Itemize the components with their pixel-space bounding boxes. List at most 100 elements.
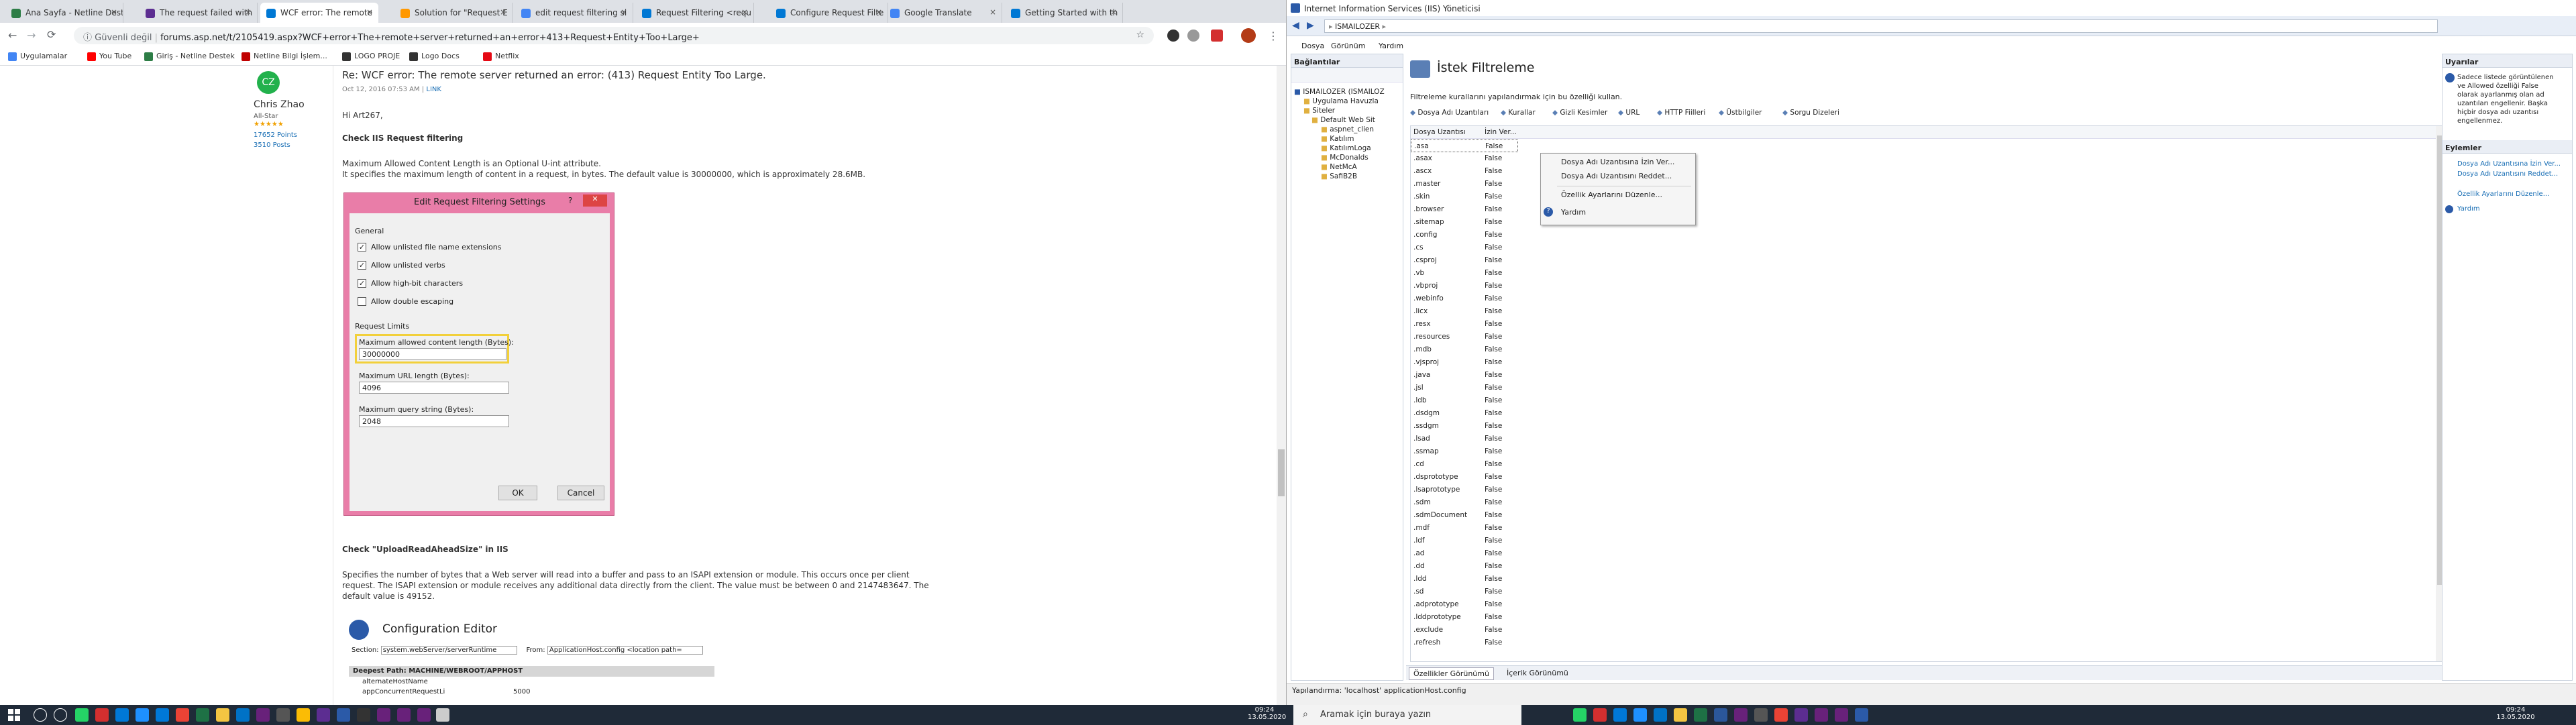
whatsapp-icon[interactable]	[1573, 708, 1587, 722]
table-row[interactable]: .adprototype False	[1411, 598, 2437, 611]
close-icon[interactable]: ×	[741, 7, 748, 17]
excel-icon[interactable]	[1694, 708, 1707, 722]
vs-icon[interactable]	[1835, 708, 1848, 722]
author-name[interactable]: Chris Zhao	[254, 99, 305, 110]
col-allowed[interactable]: İzin Ver...	[1485, 128, 1517, 136]
task-view-icon[interactable]	[54, 708, 67, 722]
sql-icon[interactable]	[1754, 708, 1768, 722]
tab-3[interactable]: WCF error: The remote ×	[260, 3, 378, 23]
windows-start-icon[interactable]	[8, 709, 20, 721]
tree-node[interactable]: ■ SafiB2B	[1321, 172, 1357, 180]
tab-7[interactable]: Configure Request Filte ×	[770, 3, 888, 23]
tree-node[interactable]: ■ KatılımLoga	[1321, 144, 1371, 152]
vs-icon[interactable]	[1815, 708, 1828, 722]
iis-address-field[interactable]: ▸ ISMAILOZER ▸	[1324, 19, 2438, 33]
subtab-6[interactable]: ◆ Üstbilgiler	[1719, 109, 1762, 117]
tab-5[interactable]: edit request filtering si ×	[515, 3, 633, 23]
chrome-icon[interactable]	[297, 708, 310, 722]
table-row[interactable]: .ldb False	[1411, 394, 2437, 407]
tab-6[interactable]: Request Filtering <requ ×	[636, 3, 754, 23]
bookmark-item[interactable]: Netflix	[483, 52, 519, 61]
table-row[interactable]: .java False	[1411, 369, 2437, 382]
bookmark-item[interactable]: Logo Docs	[409, 52, 460, 61]
tab-1[interactable]: Ana Sayfa - Netline Dest ×	[5, 3, 123, 23]
table-row[interactable]: .ldd False	[1411, 573, 2437, 585]
avatar[interactable]	[1241, 28, 1256, 43]
visual-studio-icon[interactable]	[256, 708, 270, 722]
extension-icon-2[interactable]	[1187, 30, 1199, 42]
extension-icon[interactable]	[1167, 30, 1179, 42]
table-row[interactable]: .ssdgm False	[1411, 420, 2437, 433]
menu-icon[interactable]: ⋮	[1268, 30, 1279, 42]
table-row[interactable]: .licx False	[1411, 305, 2437, 318]
tab-4[interactable]: Solution for "Request E ×	[394, 3, 513, 23]
table-row[interactable]: .config False	[1411, 229, 2437, 241]
table-row[interactable]: .sdm False	[1411, 496, 2437, 509]
tree-node[interactable]: ■ Default Web Sit	[1311, 116, 1375, 124]
close-icon[interactable]: ×	[366, 7, 373, 17]
close-icon[interactable]: ×	[1110, 7, 1117, 17]
subtab-1[interactable]: ◆ Dosya Adı Uzantıları	[1410, 109, 1489, 117]
bookmark-item[interactable]: Netline Bilgi İşlem...	[241, 52, 327, 61]
bookmark-item[interactable]: You Tube	[87, 52, 131, 61]
clock-right[interactable]: 09:24 13.05.2020	[2496, 706, 2536, 721]
table-row[interactable]: .sdmDocument False	[1411, 509, 2437, 522]
whatsapp-icon[interactable]	[75, 708, 89, 722]
vs-icon[interactable]	[397, 708, 411, 722]
menu-view[interactable]: Görünüm	[1331, 42, 1365, 50]
tree-node[interactable]: ■ Katılım	[1321, 135, 1354, 143]
chrome-icon[interactable]	[1774, 708, 1788, 722]
action-allow[interactable]: Dosya Adı Uzantısına İzin Ver...	[2457, 160, 2561, 168]
table-row[interactable]: .cs False	[1411, 241, 2437, 254]
table-row[interactable]: .dsdgm False	[1411, 407, 2437, 420]
bookmark-item[interactable]: Uygulamalar	[8, 52, 67, 61]
record-icon[interactable]	[95, 708, 109, 722]
star-icon[interactable]: ☆	[1136, 30, 1144, 40]
back-icon[interactable]: ←	[8, 29, 17, 42]
tree-node[interactable]: ■ McDonalds	[1321, 154, 1368, 162]
table-row[interactable]: .vjsproj False	[1411, 356, 2437, 369]
table-row[interactable]: .lsad False	[1411, 433, 2437, 445]
close-icon[interactable]: ×	[989, 7, 996, 17]
table-row[interactable]: .mdb False	[1411, 343, 2437, 356]
folder-icon[interactable]	[216, 708, 229, 722]
back-icon[interactable]: ◀	[1292, 20, 1299, 31]
search-icon[interactable]	[34, 708, 47, 722]
close-icon[interactable]: ×	[111, 7, 117, 17]
folder-icon[interactable]	[1674, 708, 1687, 722]
tab-9[interactable]: Getting Started with th ×	[1005, 3, 1123, 23]
action-deny[interactable]: Dosya Adı Uzantısını Reddet...	[2457, 170, 2558, 178]
table-row[interactable]: .ssmap False	[1411, 445, 2437, 458]
menu-help[interactable]: Yardım	[1379, 42, 1403, 50]
terminal-icon[interactable]	[357, 708, 370, 722]
reload-icon[interactable]: ⟳	[47, 28, 56, 41]
address-bar[interactable]: ⓘ Güvenli değil | forums.asp.net/t/21054…	[74, 27, 1154, 44]
table-row[interactable]: .refresh False	[1411, 636, 2437, 649]
edge-icon[interactable]	[156, 708, 169, 722]
col-extension[interactable]: Dosya Uzantısı	[1413, 128, 1466, 136]
table-row[interactable]: .csproj False	[1411, 254, 2437, 267]
table-row[interactable]: .resx False	[1411, 318, 2437, 331]
action-edit-settings[interactable]: Özellik Ayarlarını Düzenle...	[2457, 190, 2549, 198]
excel-icon[interactable]	[196, 708, 209, 722]
subtab-7[interactable]: ◆ Sorgu Dizeleri	[1782, 109, 1839, 117]
vs-icon[interactable]	[417, 708, 431, 722]
tree-node[interactable]: ■ NetMcA	[1321, 163, 1357, 171]
author-posts[interactable]: 3510 Posts	[254, 142, 290, 149]
chrome-icon[interactable]	[176, 708, 189, 722]
vs-icon[interactable]	[377, 708, 390, 722]
tab-8[interactable]: Google Translate ×	[884, 3, 1002, 23]
tab-features-view[interactable]: Özellikler Görünümü	[1409, 667, 1494, 680]
page-scrollbar[interactable]	[1277, 66, 1286, 705]
tree-node[interactable]: ■ Uygulama Havuzla	[1303, 97, 1379, 105]
tab-content-view[interactable]: İçerik Görünümü	[1507, 669, 1568, 677]
taskbar-search[interactable]: ⌕ Aramak için buraya yazın	[1293, 705, 1521, 725]
iis-icon[interactable]	[337, 708, 350, 722]
word-icon[interactable]	[1714, 708, 1727, 722]
info-icon[interactable]: ⓘ	[83, 33, 95, 43]
forward-icon[interactable]: →	[27, 29, 36, 42]
close-icon[interactable]: ×	[245, 7, 252, 17]
outlook-icon[interactable]	[1654, 708, 1667, 722]
post-link[interactable]: LINK	[426, 86, 441, 93]
table-row[interactable]: .jsl False	[1411, 382, 2437, 394]
